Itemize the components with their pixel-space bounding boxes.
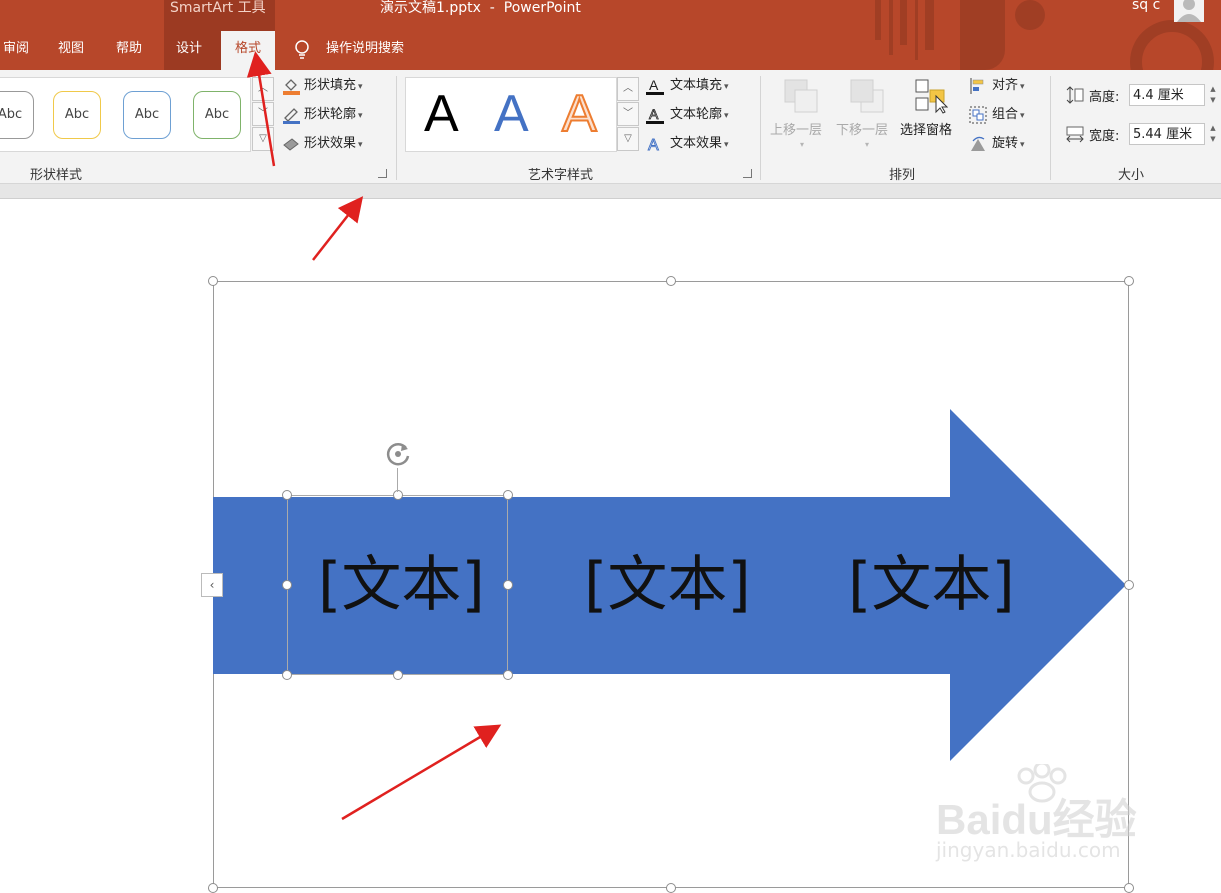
watermark-url: jingyan.baidu.com <box>936 838 1121 862</box>
annotation-arrow-icon <box>341 724 502 821</box>
annotation-arrow-icon <box>312 196 364 261</box>
annotation-arrow-icon <box>246 51 276 167</box>
baidu-watermark: Baidu经验 jingyan.baidu.com <box>936 764 1166 868</box>
annotation-layer <box>246 51 502 821</box>
